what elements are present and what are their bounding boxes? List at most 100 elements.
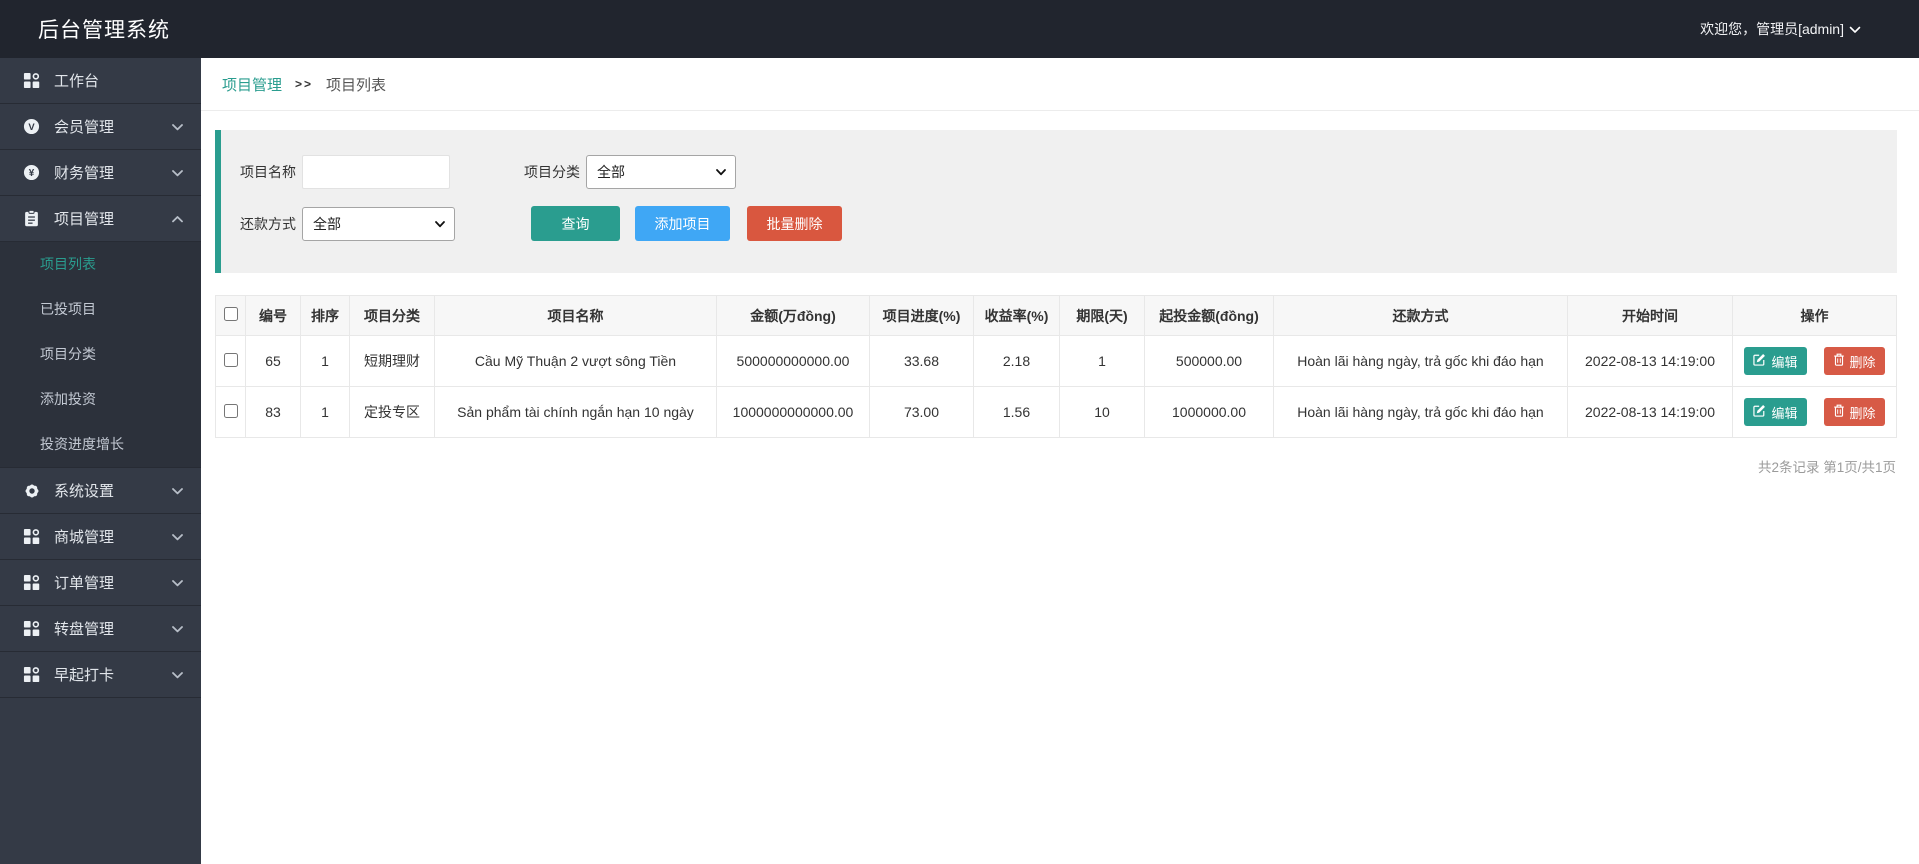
table-column-header: 项目名称 bbox=[435, 296, 717, 336]
chevron-down-icon bbox=[172, 118, 183, 135]
sidebar-item-morning-checkin[interactable]: 早起打卡 bbox=[0, 652, 201, 698]
table-column-header: 期限(天) bbox=[1060, 296, 1145, 336]
table-column-header: 开始时间 bbox=[1568, 296, 1733, 336]
breadcrumb-separator: >> bbox=[295, 77, 313, 91]
row-actions-cell: 编辑 删除 bbox=[1733, 336, 1897, 387]
table-cell: 2022-08-13 14:19:00 bbox=[1568, 387, 1733, 438]
app-header: 后台管理系统 欢迎您，管理员[admin] bbox=[0, 0, 1919, 58]
trash-icon bbox=[1833, 353, 1845, 369]
pagination: 共2条记录 第1页/共1页 bbox=[201, 456, 1896, 476]
table-cell: 33.68 bbox=[870, 336, 974, 387]
select-all-header-cell bbox=[216, 296, 246, 336]
sidebar-item-label: 会员管理 bbox=[54, 116, 172, 137]
delete-button-label: 删除 bbox=[1850, 403, 1876, 422]
breadcrumb-current: 项目列表 bbox=[326, 74, 386, 95]
chevron-down-icon bbox=[172, 482, 183, 499]
table-column-header: 操作 bbox=[1733, 296, 1897, 336]
delete-button[interactable]: 删除 bbox=[1824, 398, 1885, 426]
project-category-select[interactable]: 全部 bbox=[586, 155, 736, 189]
edit-button[interactable]: 编辑 bbox=[1744, 347, 1806, 375]
table-column-header: 项目进度(%) bbox=[870, 296, 974, 336]
sidebar-subitem-investment-progress-growth[interactable]: 投资进度增长 bbox=[0, 422, 201, 467]
filter-panel: 项目名称 项目分类 全部 还款方式 全部 查询 添加项目 批量删除 bbox=[215, 130, 1897, 273]
sidebar-item-label: 早起打卡 bbox=[54, 664, 172, 685]
bulk-delete-button[interactable]: 批量删除 bbox=[747, 206, 842, 241]
sidebar-item-label: 财务管理 bbox=[54, 162, 172, 183]
projects-table: 编号排序项目分类项目名称金额(万đồng)项目进度(%)收益率(%)期限(天)起… bbox=[215, 295, 1897, 438]
table-body: 651短期理财Cầu Mỹ Thuận 2 vượt sông Tiền5000… bbox=[216, 336, 1897, 438]
sidebar-subitem-project-categories[interactable]: 项目分类 bbox=[0, 332, 201, 377]
pagination-summary: 共2条记录 第1页/共1页 bbox=[1758, 460, 1896, 475]
breadcrumb-parent-link[interactable]: 项目管理 bbox=[222, 74, 282, 95]
dashboard-grid-icon bbox=[22, 574, 41, 591]
chevron-down-icon bbox=[716, 169, 726, 176]
table-column-header: 编号 bbox=[246, 296, 301, 336]
sidebar-item-workbench[interactable]: 工作台 bbox=[0, 58, 201, 104]
table-cell: 500000000000.00 bbox=[717, 336, 870, 387]
trash-icon bbox=[1833, 404, 1845, 420]
chevron-down-icon bbox=[172, 620, 183, 637]
table-column-header: 收益率(%) bbox=[974, 296, 1060, 336]
table-cell: Cầu Mỹ Thuận 2 vượt sông Tiền bbox=[435, 336, 717, 387]
sidebar-item-label: 工作台 bbox=[54, 70, 183, 91]
sidebar-item-project[interactable]: 项目管理 bbox=[0, 196, 201, 242]
row-checkbox-cell bbox=[216, 387, 246, 438]
main-content: 项目管理 >> 项目列表 项目名称 项目分类 全部 还款方式 全部 查询 bbox=[201, 58, 1919, 864]
select-all-checkbox[interactable] bbox=[224, 307, 238, 321]
sidebar-item-orders[interactable]: 订单管理 bbox=[0, 560, 201, 606]
chevron-down-icon bbox=[1849, 21, 1861, 37]
repayment-method-label: 还款方式 bbox=[240, 214, 296, 234]
project-clipboard-icon bbox=[22, 210, 41, 227]
table-cell: 1.56 bbox=[974, 387, 1060, 438]
table-column-header: 还款方式 bbox=[1274, 296, 1568, 336]
sidebar-item-mall[interactable]: 商城管理 bbox=[0, 514, 201, 560]
row-checkbox[interactable] bbox=[224, 353, 238, 367]
sidebar-item-label: 系统设置 bbox=[54, 480, 172, 501]
sidebar-item-label: 订单管理 bbox=[54, 572, 172, 593]
delete-button[interactable]: 删除 bbox=[1824, 347, 1885, 375]
sidebar-subitem-add-investment[interactable]: 添加投资 bbox=[0, 377, 201, 422]
chevron-down-icon bbox=[172, 574, 183, 591]
sidebar-item-finance[interactable]: ¥财务管理 bbox=[0, 150, 201, 196]
table-row: 831定投专区Sản phẩm tài chính ngắn hạn 10 ng… bbox=[216, 387, 1897, 438]
sidebar-subitem-invested-projects[interactable]: 已投项目 bbox=[0, 287, 201, 332]
dashboard-grid-icon bbox=[22, 72, 41, 89]
table-row: 651短期理财Cầu Mỹ Thuận 2 vượt sông Tiền5000… bbox=[216, 336, 1897, 387]
sidebar-subitem-project-list[interactable]: 项目列表 bbox=[0, 242, 201, 287]
table-cell: Hoàn lãi hàng ngày, trả gốc khi đáo hạn bbox=[1274, 336, 1568, 387]
project-name-input[interactable] bbox=[302, 155, 450, 189]
table-cell: 2.18 bbox=[974, 336, 1060, 387]
table-cell: 1000000.00 bbox=[1145, 387, 1274, 438]
sidebar-item-member[interactable]: V 会员管理 bbox=[0, 104, 201, 150]
table-cell: 1 bbox=[301, 336, 350, 387]
table-cell: 73.00 bbox=[870, 387, 974, 438]
sidebar-item-label: 项目管理 bbox=[54, 208, 172, 229]
row-actions-cell: 编辑 删除 bbox=[1733, 387, 1897, 438]
repayment-method-select[interactable]: 全部 bbox=[302, 207, 455, 241]
svg-text:V: V bbox=[28, 122, 35, 133]
gear-icon bbox=[22, 482, 41, 500]
chevron-down-icon bbox=[172, 164, 183, 181]
row-checkbox[interactable] bbox=[224, 404, 238, 418]
edit-button[interactable]: 编辑 bbox=[1744, 398, 1806, 426]
chevron-down-icon bbox=[435, 221, 445, 228]
sidebar-item-system-settings[interactable]: 系统设置 bbox=[0, 468, 201, 514]
table-cell: 83 bbox=[246, 387, 301, 438]
search-button[interactable]: 查询 bbox=[531, 206, 620, 241]
chevron-down-icon bbox=[172, 666, 183, 683]
table-cell: 65 bbox=[246, 336, 301, 387]
table-cell: 1 bbox=[1060, 336, 1145, 387]
table-cell: 1000000000000.00 bbox=[717, 387, 870, 438]
table-cell: 2022-08-13 14:19:00 bbox=[1568, 336, 1733, 387]
edit-pencil-square-icon bbox=[1753, 353, 1766, 369]
row-checkbox-cell bbox=[216, 336, 246, 387]
project-category-label: 项目分类 bbox=[524, 162, 580, 182]
add-project-button[interactable]: 添加项目 bbox=[635, 206, 730, 241]
table-column-header: 排序 bbox=[301, 296, 350, 336]
user-menu[interactable]: 欢迎您，管理员[admin] bbox=[1700, 19, 1861, 39]
edit-button-label: 编辑 bbox=[1771, 352, 1797, 371]
sidebar-item-wheel[interactable]: 转盘管理 bbox=[0, 606, 201, 652]
edit-pencil-square-icon bbox=[1753, 404, 1766, 420]
table-header-row: 编号排序项目分类项目名称金额(万đồng)项目进度(%)收益率(%)期限(天)起… bbox=[216, 296, 1897, 336]
sidebar-menu: 工作台 V 会员管理 ¥财务管理项目管理项目列表已投项目项目分类添加投资投资进度增长系… bbox=[0, 58, 201, 698]
